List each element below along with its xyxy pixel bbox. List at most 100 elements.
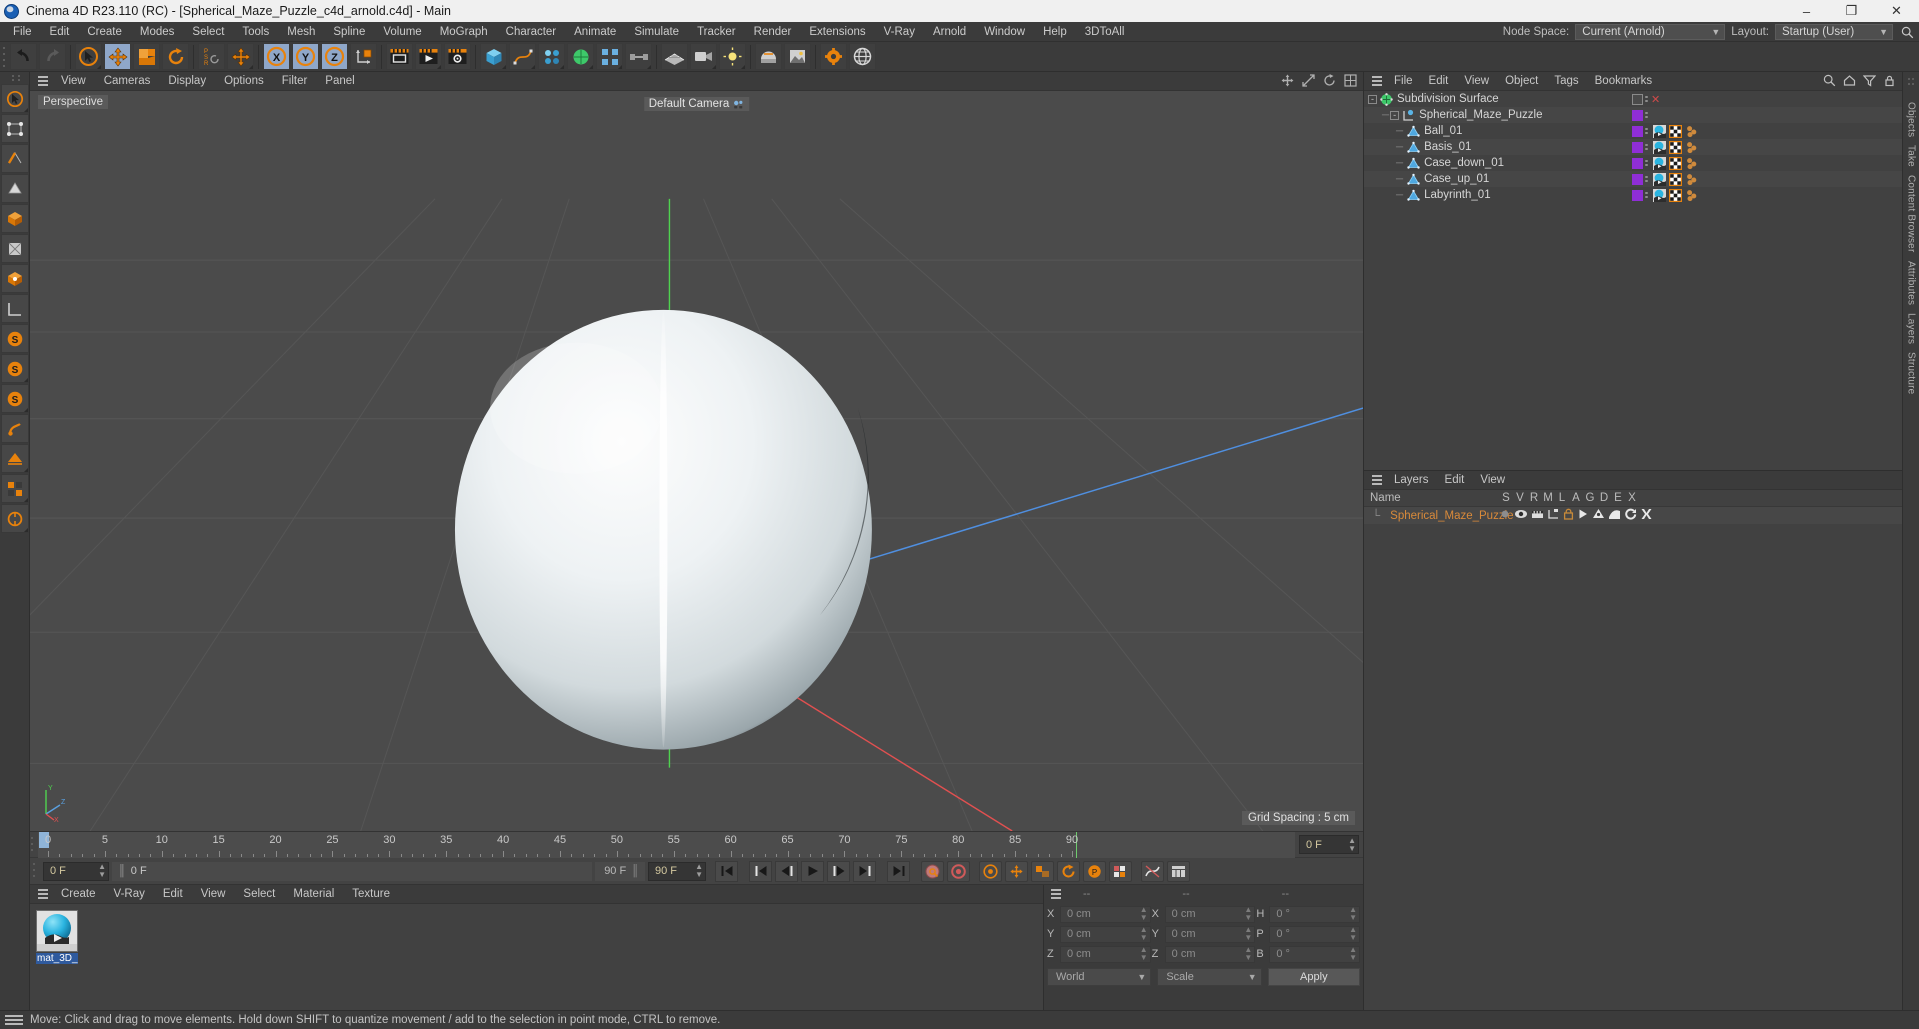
- menu-item-v-ray[interactable]: V-Ray: [875, 22, 924, 42]
- point-mode-tool[interactable]: [1, 114, 29, 143]
- uv-tag-icon[interactable]: [1669, 188, 1682, 202]
- scale-viewport-icon[interactable]: [1302, 74, 1315, 90]
- render-picture-button[interactable]: [415, 43, 442, 70]
- menu-item-layers[interactable]: Layers: [1386, 471, 1437, 490]
- menu-item-view[interactable]: View: [192, 885, 235, 904]
- cube-primitive-button[interactable]: [480, 43, 507, 70]
- menu-item-edit[interactable]: Edit: [41, 22, 79, 42]
- object-name[interactable]: Case_up_01: [1424, 173, 1489, 185]
- object-name[interactable]: Labyrinth_01: [1424, 189, 1491, 201]
- uv-tag-icon[interactable]: [1669, 172, 1682, 186]
- apply-button[interactable]: Apply: [1267, 968, 1360, 986]
- maximize-button[interactable]: ❐: [1829, 0, 1874, 22]
- object-row[interactable]: ─ Case_down_01: [1364, 155, 1902, 171]
- play-button[interactable]: [801, 860, 824, 882]
- spinner-icon[interactable]: ▲ ▼: [1140, 926, 1148, 942]
- menu-item-spline[interactable]: Spline: [324, 22, 374, 42]
- render-settings-button[interactable]: [444, 43, 471, 70]
- spinner-icon[interactable]: ▲ ▼: [1349, 946, 1357, 962]
- object-row[interactable]: ─ - Spherical_Maze_Puzzle: [1364, 107, 1902, 123]
- undo-button[interactable]: [10, 43, 37, 70]
- phong-tag-icon[interactable]: [1685, 189, 1698, 202]
- layer-list[interactable]: └ Spherical_Maze_Puzzle: [1364, 507, 1902, 1010]
- autokeying-button[interactable]: [947, 860, 970, 882]
- position-x-field[interactable]: 0 cm ▲ ▼: [1060, 905, 1151, 923]
- uv-tag-icon[interactable]: [1669, 140, 1682, 154]
- menu-item-3dtoall[interactable]: 3DToAll: [1076, 22, 1134, 42]
- start-frame-field[interactable]: 0 F ▲ ▼: [43, 861, 109, 881]
- camera-object-button[interactable]: [690, 43, 717, 70]
- object-layer-swatch[interactable]: [1632, 109, 1643, 121]
- param-key-button[interactable]: P: [1083, 860, 1106, 882]
- material-tag-icon[interactable]: [1653, 124, 1666, 138]
- viewport-solo-tool[interactable]: [1, 444, 29, 473]
- menu-item-view[interactable]: View: [1456, 72, 1497, 91]
- viewport-menu-hamburger-icon[interactable]: [34, 74, 52, 88]
- menu-item-mograph[interactable]: MoGraph: [431, 22, 497, 42]
- axis-z-button[interactable]: Z: [321, 43, 348, 70]
- object-row[interactable]: ─ Ball_01: [1364, 123, 1902, 139]
- menu-item-help[interactable]: Help: [1034, 22, 1076, 42]
- menu-item-create[interactable]: Create: [52, 885, 105, 904]
- menu-item-texture[interactable]: Texture: [343, 885, 399, 904]
- dock-tab-structure[interactable]: Structure: [1906, 352, 1917, 394]
- mograph-button[interactable]: [596, 43, 623, 70]
- array-generator-button[interactable]: [538, 43, 565, 70]
- layer-visible-icon[interactable]: [1514, 508, 1528, 523]
- object-name[interactable]: Basis_01: [1424, 141, 1471, 153]
- rotate-tool-button[interactable]: [162, 43, 189, 70]
- object-layer-swatch[interactable]: [1632, 189, 1643, 201]
- layer-column-l[interactable]: L: [1555, 492, 1569, 504]
- object-layer-swatch[interactable]: [1632, 141, 1643, 153]
- delete-icon[interactable]: ✕: [1651, 93, 1660, 106]
- layer-generator-icon[interactable]: [1592, 508, 1605, 523]
- animation-toolbar-grip[interactable]: [32, 860, 40, 882]
- close-button[interactable]: ✕: [1874, 0, 1919, 22]
- uv-tag-icon[interactable]: [1669, 156, 1682, 170]
- material-tag-icon[interactable]: [1653, 172, 1666, 186]
- rail-grip[interactable]: [1906, 76, 1916, 90]
- maximize-viewport-icon[interactable]: [1344, 74, 1357, 90]
- workplane-tool[interactable]: [1, 294, 29, 323]
- menu-item-cameras[interactable]: Cameras: [95, 72, 160, 91]
- menu-item-tools[interactable]: Tools: [233, 22, 278, 42]
- menu-item-create[interactable]: Create: [78, 22, 131, 42]
- texture-tag-button[interactable]: [784, 43, 811, 70]
- object-layer-swatch[interactable]: [1632, 157, 1643, 169]
- menu-item-edit[interactable]: Edit: [1421, 72, 1457, 91]
- model-mode-tool[interactable]: [1, 204, 29, 233]
- layer-column-g[interactable]: G: [1583, 492, 1597, 504]
- menu-item-extensions[interactable]: Extensions: [800, 22, 874, 42]
- layer-render-icon[interactable]: [1531, 508, 1544, 523]
- gear-button[interactable]: [820, 43, 847, 70]
- phong-tag-icon[interactable]: [1685, 173, 1698, 186]
- spinner-icon[interactable]: ▲ ▼: [1349, 926, 1357, 942]
- rotation-p-field[interactable]: 0 ° ▲ ▼: [1269, 925, 1361, 943]
- subdivision-surface-button[interactable]: [567, 43, 594, 70]
- menu-item-character[interactable]: Character: [497, 22, 566, 42]
- layer-column-m[interactable]: M: [1541, 492, 1555, 504]
- layer-row[interactable]: └ Spherical_Maze_Puzzle: [1364, 507, 1902, 524]
- timeline-track[interactable]: 0 5 10 15 20 25 30 35 40 45 50 55 60 65 70 75 80 85 90: [38, 831, 1295, 858]
- menu-item-tracker[interactable]: Tracker: [688, 22, 745, 42]
- search-icon[interactable]: [1823, 74, 1836, 90]
- axis-x-button[interactable]: X: [263, 43, 290, 70]
- menu-item-bookmarks[interactable]: Bookmarks: [1587, 72, 1661, 91]
- material-list[interactable]: mat_3D_: [30, 904, 1043, 1010]
- scale-tool-button[interactable]: [133, 43, 160, 70]
- layer-deformer-icon[interactable]: [1608, 508, 1621, 523]
- world-axis-button[interactable]: [350, 43, 377, 70]
- uv-tag-icon[interactable]: [1669, 124, 1682, 138]
- layer-column-v[interactable]: V: [1513, 492, 1527, 504]
- light-object-button[interactable]: [719, 43, 746, 70]
- floor-object-button[interactable]: [661, 43, 688, 70]
- live-selection-button[interactable]: [75, 43, 102, 70]
- menu-item-tags[interactable]: Tags: [1546, 72, 1586, 91]
- preview-end-field[interactable]: 90 F ▲ ▼: [648, 861, 706, 881]
- object-enable-toggle[interactable]: [1632, 93, 1643, 105]
- layer-expression-icon[interactable]: [1624, 508, 1637, 523]
- position-y-field[interactable]: 0 cm ▲ ▼: [1060, 925, 1151, 943]
- phong-tag-icon[interactable]: [1685, 141, 1698, 154]
- redo-button[interactable]: [39, 43, 66, 70]
- layer-xref-icon[interactable]: [1640, 508, 1653, 523]
